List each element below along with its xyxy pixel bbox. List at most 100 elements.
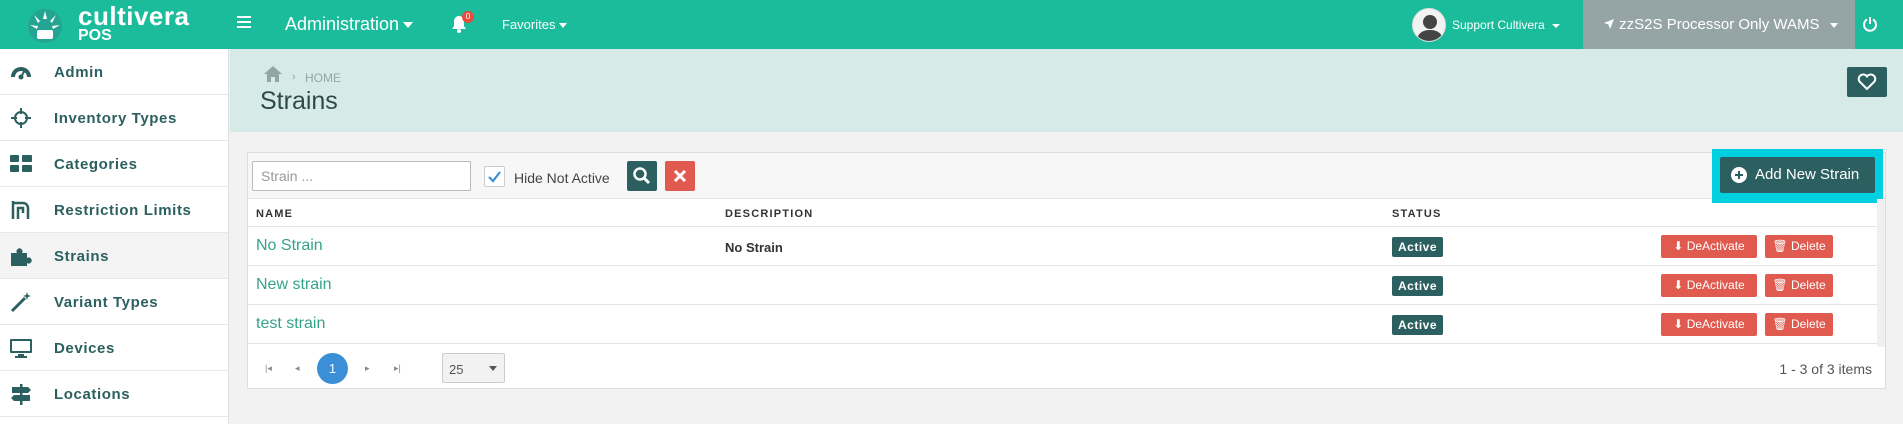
status-badge: Active <box>1392 276 1444 296</box>
thumbs-down-icon: ⬇︎ <box>1673 317 1684 331</box>
status-badge: Active <box>1392 315 1444 335</box>
table-row: New strain Active ⬇︎ DeActivate 🗑︎ Delet… <box>248 266 1885 305</box>
strain-name-link[interactable]: test strain <box>256 315 325 333</box>
page-number-current[interactable]: 1 <box>317 353 348 384</box>
add-new-strain-button[interactable]: Add New Strain <box>1720 157 1875 193</box>
add-favorite-button[interactable] <box>1847 67 1887 97</box>
column-header-status[interactable]: STATUS <box>1392 208 1442 220</box>
sidebar-item-label: Variant Types <box>54 294 159 311</box>
trash-icon: 🗑︎ <box>1772 317 1788 331</box>
strains-grid: Hide Not Active Add New Strain <box>247 149 1886 389</box>
top-bar: cultivera POS Administration 0 Favorites… <box>0 0 1903 49</box>
page-size-value: 25 <box>449 362 464 377</box>
sidebar-item-locations[interactable]: Locations <box>0 371 228 417</box>
sidebar-item-admin[interactable]: Admin <box>0 49 228 95</box>
table-header: NAME DESCRIPTION STATUS <box>248 199 1885 227</box>
page-header: › HOME Strains <box>230 49 1903 132</box>
plus-circle-icon <box>1731 167 1747 183</box>
sidebar-item-restriction-limits[interactable]: Restriction Limits <box>0 187 228 233</box>
grid-toolbar: Hide Not Active Add New Strain <box>248 149 1885 203</box>
thumbs-down-icon: ⬇︎ <box>1673 239 1684 253</box>
monitor-icon <box>10 339 32 358</box>
delete-button[interactable]: 🗑︎ Delete <box>1765 313 1833 336</box>
deactivate-button[interactable]: ⬇︎ DeActivate <box>1661 313 1757 336</box>
delete-label: Delete <box>1790 278 1826 292</box>
hide-not-active-label: Hide Not Active <box>514 170 610 186</box>
add-new-strain-highlight: Add New Strain <box>1712 149 1883 203</box>
chevron-down-icon <box>559 23 568 29</box>
location-label: zzS2S Processor Only WAMS <box>1619 16 1820 33</box>
location-selector[interactable]: zzS2S Processor Only WAMS <box>1583 0 1855 49</box>
breadcrumb-home-link[interactable]: HOME <box>305 71 341 85</box>
trash-icon: 🗑︎ <box>1772 278 1788 292</box>
next-page-icon[interactable]: ▸ <box>365 363 370 374</box>
user-name: Support Cultivera <box>1452 18 1561 32</box>
dashboard-icon <box>11 67 31 80</box>
sidebar-item-label: Admin <box>54 64 104 81</box>
pager: |◂ ◂ 1 ▸ ▸| 25 1 - 3 of 3 items <box>248 347 1885 389</box>
sidebar-item-variant-types[interactable]: Variant Types <box>0 279 228 325</box>
restriction-icon <box>11 201 30 219</box>
previous-page-icon[interactable]: ◂ <box>295 363 300 374</box>
favorites-menu[interactable]: Favorites <box>502 17 568 32</box>
brand-name: cultivera <box>78 1 190 31</box>
delete-button[interactable]: 🗑︎ Delete <box>1765 274 1833 297</box>
sidebar-item-label: Inventory Types <box>54 110 177 127</box>
chevron-down-icon <box>489 366 497 371</box>
signpost-icon <box>11 384 31 405</box>
page-title: Strains <box>260 87 338 115</box>
pager-info: 1 - 3 of 3 items <box>1779 361 1872 377</box>
table-row: test strain Active ⬇︎ DeActivate 🗑︎ Dele… <box>248 305 1885 344</box>
delete-button[interactable]: 🗑︎ Delete <box>1765 235 1833 258</box>
sidebar-item-categories[interactable]: Categories <box>0 141 228 187</box>
deactivate-label: DeActivate <box>1686 278 1745 292</box>
add-new-strain-label: Add New Strain <box>1755 166 1860 183</box>
delete-label: Delete <box>1790 317 1826 331</box>
magic-wand-icon <box>10 292 31 313</box>
sidebar-item-label: Devices <box>54 340 115 357</box>
avatar <box>1412 8 1446 42</box>
column-header-description[interactable]: DESCRIPTION <box>725 208 813 220</box>
deactivate-button[interactable]: ⬇︎ DeActivate <box>1661 235 1757 258</box>
thumbs-down-icon: ⬇︎ <box>1673 278 1684 292</box>
home-icon[interactable] <box>263 65 283 83</box>
sidebar-item-inventory-types[interactable]: Inventory Types <box>0 95 228 141</box>
search-icon <box>633 167 651 185</box>
cultivera-logo-icon <box>28 9 62 43</box>
deactivate-button[interactable]: ⬇︎ DeActivate <box>1661 274 1757 297</box>
page-size-select[interactable]: 25 <box>442 353 505 383</box>
user-avatar-icon <box>1416 15 1444 41</box>
table-row: No Strain No Strain Active ⬇︎ DeActivate… <box>248 227 1885 266</box>
grid-scrollbar[interactable] <box>1877 199 1885 347</box>
last-page-icon[interactable]: ▸| <box>394 363 401 374</box>
administration-label: Administration <box>285 14 400 34</box>
strain-description: No Strain <box>725 240 783 255</box>
sidebar-item-strains[interactable]: Strains <box>0 233 228 279</box>
strain-name-link[interactable]: No Strain <box>256 237 323 255</box>
column-header-name[interactable]: NAME <box>256 208 293 220</box>
hide-not-active-checkbox[interactable] <box>484 166 505 187</box>
close-icon <box>673 169 687 183</box>
brand-logo[interactable]: cultivera POS <box>26 3 226 47</box>
administration-menu[interactable]: Administration <box>285 14 414 35</box>
menu-toggle-icon[interactable] <box>237 16 251 28</box>
chevron-down-icon <box>1829 22 1838 28</box>
favorites-label: Favorites <box>502 17 556 32</box>
sidebar-item-label: Restriction Limits <box>54 202 192 219</box>
trash-icon: 🗑︎ <box>1772 239 1788 253</box>
status-badge: Active <box>1392 237 1444 257</box>
sidebar-item-label: Categories <box>54 156 138 173</box>
first-page-icon[interactable]: |◂ <box>265 363 272 374</box>
power-icon[interactable] <box>1862 16 1878 32</box>
search-input[interactable] <box>252 161 471 191</box>
strain-name-link[interactable]: New strain <box>256 276 332 294</box>
search-button[interactable] <box>627 161 657 191</box>
sidebar-item-devices[interactable]: Devices <box>0 325 228 371</box>
chevron-down-icon <box>1552 23 1561 28</box>
chevron-down-icon <box>403 22 414 29</box>
checkmark-icon <box>488 171 501 183</box>
clear-search-button[interactable] <box>665 161 695 191</box>
delete-label: Delete <box>1790 239 1826 253</box>
crosshair-icon <box>11 108 31 128</box>
sidebar-item-label: Locations <box>54 386 131 403</box>
